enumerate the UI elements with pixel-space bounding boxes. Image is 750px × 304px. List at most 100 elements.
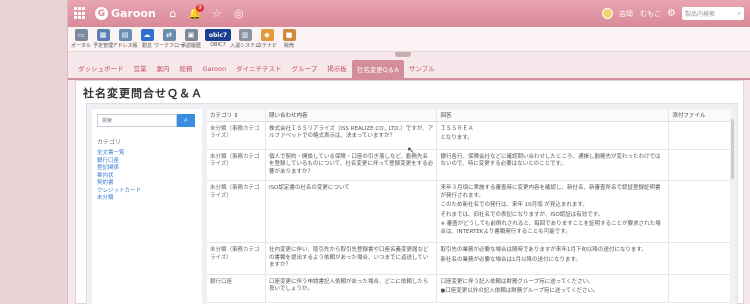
app-icon: ⇄: [162, 29, 176, 41]
column-header: 回答: [436, 109, 670, 122]
row-answer: ＩＳＳＲＥＡ となります。: [436, 121, 670, 150]
app-menu-grid-icon[interactable]: [74, 7, 87, 20]
global-search-input[interactable]: 製品内検索 ⌕: [682, 7, 744, 20]
global-search-placeholder: 製品内検索: [685, 11, 716, 18]
app-launcher-item[interactable]: ◆ カテナビ: [257, 29, 277, 49]
app-launcher-item[interactable]: ▥ 入退システム: [230, 29, 260, 49]
app-launcher-item[interactable]: ▤ アドレス帳: [113, 29, 138, 49]
app-launcher-item[interactable]: ■ 販売: [280, 29, 298, 49]
category-link[interactable]: 銀行口座: [97, 158, 202, 166]
category-heading: カテゴリ: [97, 139, 122, 146]
scrollbar-thumb[interactable]: [731, 119, 734, 179]
row-question[interactable]: 株式会社ＩＳＳリアライズ（ISS REALIZE CO., LTD.）ですが、ア…: [265, 121, 438, 150]
category-link[interactable]: 契約書: [97, 180, 202, 188]
row-answer: 銀行各行、保険会社などに確認問い合わせしたところ、通帳し勤務先が変わったわけでは…: [436, 149, 670, 181]
answer-line: このため新社名での発行は、来年 10月頃 が見込まれます。: [440, 202, 588, 208]
column-header[interactable]: カテゴリ ⇕: [207, 109, 266, 122]
nav-tab[interactable]: 営業: [129, 63, 152, 78]
category-link[interactable]: 未分類: [97, 195, 202, 203]
table-row[interactable]: 未分類（事務カテゴライズ） 個人で契約・開設している保険・口座の引き落しなど、勤務…: [207, 149, 735, 181]
app-launcher-item[interactable]: ▣ 承認履歴: [181, 29, 202, 49]
row-answer: 来年３月頃に実施する審査時に変更内容を確認し、新社名、新審査所名で認証登録証明書…: [436, 180, 670, 243]
search-button[interactable]: ⌕: [177, 114, 195, 127]
row-attachment: [668, 274, 735, 303]
app-label: 販売: [283, 43, 294, 49]
collapse-handle[interactable]: [395, 52, 411, 57]
answer-line: 来年３月頃に実施する審査時に変更内容を確認し、新社名、新審査所名で認証登録証明書…: [440, 185, 661, 199]
app-icon: ▥: [238, 29, 252, 41]
garoon-logo[interactable]: G Garoon: [95, 7, 156, 20]
search-icon: ⌕: [184, 116, 188, 124]
row-question[interactable]: 口座変更に伴う申請書記入依頼があった場合、どこに依頼したら良いでしょうか。: [265, 274, 438, 303]
top-bar: G Garoon ⌂ 🔔 9 ☆ ◎ 吉岡 むもこ ⚙ 製品内検索 ⌕: [68, 0, 750, 27]
app-icon: ▣: [184, 29, 198, 41]
answer-line: ●口座変更以外の記入依頼は財務グループ宛に送ってください。: [440, 288, 599, 294]
app-icon: ▦: [96, 29, 110, 41]
nav-tab[interactable]: 案内: [152, 63, 175, 78]
row-attachment: [668, 180, 735, 243]
answer-line: ＩＳＳＲＥＡ: [440, 125, 474, 132]
category-search-input[interactable]: [97, 114, 177, 127]
nav-tab[interactable]: 掲示板: [322, 63, 352, 78]
nav-tab[interactable]: ダッシュボード: [73, 63, 129, 78]
app-shell: G Garoon ⌂ 🔔 9 ☆ ◎ 吉岡 むもこ ⚙ 製品内検索 ⌕ ▭ ポータル ▦ 予…: [67, 0, 750, 304]
row-answer: 取引先の業務が必要な場合は随時でありますが来年1月下旬以降の送付になります。 新社…: [436, 242, 670, 275]
app-launcher-item[interactable]: obic7 OBIC7: [204, 29, 232, 48]
answer-line: 銀行各行、保険会社などに確認問い合わせしたところ、通帳し勤務先が変わったわけでは…: [440, 153, 661, 168]
app-launcher-item[interactable]: ⇄ ワークフロー: [154, 29, 184, 49]
app-label: OBIC7: [210, 42, 226, 48]
nav-tab[interactable]: グループ: [287, 63, 323, 78]
answer-line: となります。: [440, 135, 473, 141]
mouse-cursor-icon: ↖: [407, 146, 415, 156]
column-header: 添付ファイル: [668, 109, 735, 122]
row-category: 銀行口座: [207, 274, 266, 303]
app-label: 入退システム: [230, 43, 260, 49]
nav-tab[interactable]: ダイニチテスト: [231, 63, 287, 78]
app-icon: ▭: [74, 29, 88, 41]
category-link[interactable]: 全文書一覧: [97, 150, 202, 158]
app-icon: obic7: [205, 29, 231, 41]
star-icon[interactable]: ☆: [208, 5, 226, 23]
app-label: 承認履歴: [181, 43, 202, 49]
row-answer: 口座変更に伴う記入依頼は財務グループ宛に送ってください。 ●口座変更以外の記入依頼…: [436, 274, 670, 303]
row-attachment: [668, 149, 735, 181]
category-link[interactable]: 案内状: [97, 173, 202, 181]
table-row[interactable]: 銀行口座 口座変更に伴う申請書記入依頼があった場合、どこに依頼したら良いでしょうか…: [207, 274, 735, 303]
app-label: 予定管理: [93, 43, 114, 49]
table-row[interactable]: 未分類（事務カテゴライズ） ISO認定書の社名の変更について 来年３月頃に実施する審…: [207, 180, 735, 243]
garoon-logo-icon: G: [95, 7, 108, 20]
app-label: ポータル: [71, 43, 92, 49]
table-row[interactable]: 未分類（事務カテゴライズ） 株式会社ＩＳＳリアライズ（ISS REALIZE CO…: [207, 121, 735, 150]
nav-tab[interactable]: 総務: [175, 63, 198, 78]
answer-line: それまでは、旧社名での表記になりますが、ISO認証は有効です。: [440, 211, 604, 218]
avatar[interactable]: [602, 8, 614, 19]
app-launcher-item[interactable]: ▦ 予定管理: [93, 29, 114, 49]
category-link[interactable]: クレジットカード: [97, 188, 202, 196]
row-attachment: [668, 242, 735, 275]
table-scrollbar[interactable]: [730, 109, 735, 304]
app-label: 勤怠: [141, 43, 152, 49]
gear-icon[interactable]: ⚙: [667, 8, 676, 19]
category-list: 全文書一覧 銀行口座 登記関係 案内状 契約書 クレジットカード 未分類: [97, 150, 202, 203]
table-row[interactable]: 未分類（事務カテゴライズ） 社内変更に伴い、取引先から取引先登録書や口座名義変更届…: [207, 242, 735, 275]
app-icon: ▤: [118, 29, 132, 41]
globe-icon[interactable]: ◎: [230, 5, 248, 23]
category-link[interactable]: 登記関係: [97, 165, 202, 173]
app-launcher: ▭ ポータル ▦ 予定管理 ▤ アドレス帳 ☁ 勤怠 ⇄ ワークフロー ▣ 承認履歴 obic7 OBIC…: [68, 27, 750, 52]
space-nav: ダッシュボード 営業 案内 総務 Garoon ダイニチテスト グループ 掲示板 社名変更Q＆A…: [68, 58, 750, 80]
app-launcher-item[interactable]: ▭ ポータル: [71, 29, 92, 49]
search-icon: ⌕: [737, 9, 741, 17]
category-panel: ⌕ カテゴリ 全文書一覧銀行口座登記関係案内状契約書クレジットカード未分類: [92, 109, 202, 304]
row-question[interactable]: ISO認定書の社名の変更について: [265, 180, 438, 243]
bell-icon[interactable]: 🔔 9: [186, 3, 204, 23]
content-page: 社名変更問合せＱ＆Ａ ⌕ カテゴリ 全文書一覧銀行口座登記関係案内状契約書クレジ…: [75, 80, 744, 304]
row-question[interactable]: 社内変更に伴い、取引先から取引先登録書や口座名義変更届などの書類を提出するよう依…: [265, 242, 438, 275]
home-icon[interactable]: ⌂: [164, 5, 182, 23]
user-name[interactable]: 吉岡 むもこ: [619, 9, 661, 19]
app-label: ワークフロー: [154, 43, 185, 49]
notification-badge: 9: [196, 3, 204, 12]
row-category: 未分類（事務カテゴライズ）: [207, 121, 266, 150]
nav-tab[interactable]: サンプル: [404, 63, 440, 78]
nav-tab[interactable]: 社名変更Q＆A: [351, 60, 404, 78]
nav-tab[interactable]: Garoon: [198, 65, 232, 78]
